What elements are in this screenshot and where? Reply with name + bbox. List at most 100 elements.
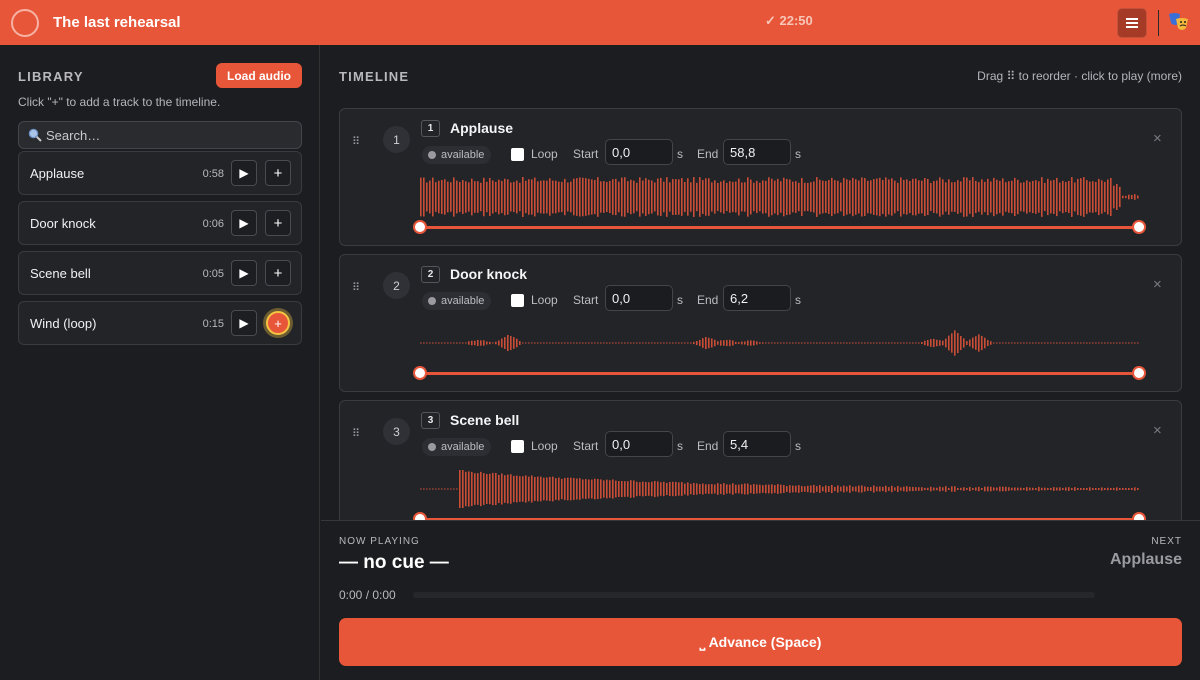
waveform-bar: [483, 340, 485, 346]
waveform-bar: [651, 481, 653, 497]
waveform-bar: [864, 177, 866, 217]
add-to-timeline-button[interactable]: +: [266, 311, 290, 335]
waveform-bar: [912, 178, 914, 216]
waveform[interactable]: [420, 465, 1139, 513]
waveform-bar: [1092, 488, 1094, 490]
waveform-bar: [1098, 488, 1100, 490]
waveform-bar: [879, 486, 881, 492]
play-button[interactable]: ▶: [231, 260, 257, 286]
cue-card[interactable]: ⠿ 3 3 Scene bell available Loop Start 0,…: [339, 400, 1182, 538]
play-button[interactable]: ▶: [231, 160, 257, 186]
end-input[interactable]: 58,8: [723, 139, 791, 165]
trim-range-track[interactable]: [420, 226, 1139, 229]
waveform-bar: [531, 342, 533, 344]
waveform-bar: [696, 340, 698, 346]
loop-checkbox[interactable]: [511, 440, 524, 453]
waveform[interactable]: [420, 173, 1139, 221]
waveform-bar: [834, 486, 836, 492]
waveform-bar: [609, 480, 611, 498]
start-input[interactable]: 0,0: [605, 431, 673, 457]
waveform-bar: [660, 342, 662, 344]
search-input[interactable]: [46, 127, 286, 143]
advance-button[interactable]: ⎵ Advance (Space): [339, 618, 1182, 666]
waveform-bar: [597, 177, 599, 217]
waveform-bar: [891, 485, 893, 493]
waveform-bar: [726, 484, 728, 494]
drag-handle-icon[interactable]: ⠿: [352, 427, 360, 440]
waveform-bar: [498, 340, 500, 346]
waveform-bar: [1032, 342, 1034, 344]
waveform-bar: [504, 475, 506, 503]
waveform-bar: [837, 342, 839, 344]
end-input[interactable]: 5,4: [723, 431, 791, 457]
trim-start-handle[interactable]: [413, 366, 427, 380]
waveform-bar: [837, 485, 839, 493]
load-audio-button[interactable]: Load audio: [216, 63, 302, 88]
start-input[interactable]: 0,0: [605, 285, 673, 311]
waveform-bar: [918, 342, 920, 344]
waveform-bar: [714, 484, 716, 494]
start-input[interactable]: 0,0: [605, 139, 673, 165]
play-button[interactable]: ▶: [231, 310, 257, 336]
menu-button[interactable]: [1117, 8, 1147, 38]
end-input[interactable]: 6,2: [723, 285, 791, 311]
library-item-wind-loop[interactable]: Wind (loop) 0:15 ▶ +: [18, 301, 302, 345]
trim-range-track[interactable]: [420, 372, 1139, 375]
loop-checkbox[interactable]: [511, 148, 524, 161]
waveform[interactable]: [420, 319, 1139, 367]
library-item-door-knock[interactable]: Door knock 0:06 ▶ +: [18, 201, 302, 245]
library-title: LIBRARY: [18, 69, 84, 84]
waveform-bar: [660, 482, 662, 496]
theater-mask-icon[interactable]: [1167, 11, 1189, 33]
waveform-bar: [993, 177, 995, 217]
trim-start-handle[interactable]: [413, 220, 427, 234]
waveform-bar: [507, 334, 509, 352]
library-item-applause[interactable]: Applause 0:58 ▶ +: [18, 151, 302, 195]
waveform-bar: [1092, 342, 1094, 344]
remove-cue-icon[interactable]: ×: [1153, 276, 1162, 293]
loop-checkbox[interactable]: [511, 294, 524, 307]
waveform-bar: [552, 342, 554, 344]
playback-progress-bar[interactable]: [413, 592, 1095, 598]
search-box[interactable]: [18, 121, 302, 149]
waveform-bar: [801, 178, 803, 216]
waveform-bar: [636, 342, 638, 344]
waveform-bar: [669, 182, 671, 212]
waveform-bar: [510, 335, 512, 351]
waveform-bar: [774, 180, 776, 214]
waveform-bar: [1074, 487, 1076, 491]
waveform-bar: [561, 478, 563, 500]
waveform-bar: [1074, 342, 1076, 344]
waveform-bar: [678, 342, 680, 344]
waveform-bar: [897, 485, 899, 493]
waveform-bar: [1056, 487, 1058, 491]
trim-end-handle[interactable]: [1132, 366, 1146, 380]
waveform-bar: [1119, 488, 1121, 490]
waveform-bar: [921, 180, 923, 214]
add-to-timeline-button[interactable]: +: [265, 160, 291, 186]
waveform-bar: [561, 181, 563, 213]
waveform-bar: [891, 342, 893, 344]
play-button[interactable]: ▶: [231, 210, 257, 236]
drag-handle-icon[interactable]: ⠿: [352, 281, 360, 294]
waveform-bar: [534, 477, 536, 501]
waveform-bar: [846, 486, 848, 492]
loop-label: Loop: [531, 439, 558, 453]
waveform-bar: [456, 488, 458, 490]
cue-card[interactable]: ⠿ 2 2 Door knock available Loop Start 0,…: [339, 254, 1182, 392]
waveform-bar: [1119, 342, 1121, 344]
remove-cue-icon[interactable]: ×: [1153, 422, 1162, 439]
trim-end-handle[interactable]: [1132, 220, 1146, 234]
remove-cue-icon[interactable]: ×: [1153, 130, 1162, 147]
waveform-bar: [756, 484, 758, 494]
library-item-scene-bell[interactable]: Scene bell 0:05 ▶ +: [18, 251, 302, 295]
waveform-bar: [897, 182, 899, 212]
waveform-bar: [978, 334, 980, 352]
waveform-bar: [684, 181, 686, 213]
cue-card[interactable]: ⠿ 1 1 Applause available Loop Start 0,0 …: [339, 108, 1182, 246]
waveform-bar: [1125, 488, 1127, 490]
add-to-timeline-button[interactable]: +: [265, 210, 291, 236]
waveform-bar: [798, 485, 800, 493]
drag-handle-icon[interactable]: ⠿: [352, 135, 360, 148]
add-to-timeline-button[interactable]: +: [265, 260, 291, 286]
